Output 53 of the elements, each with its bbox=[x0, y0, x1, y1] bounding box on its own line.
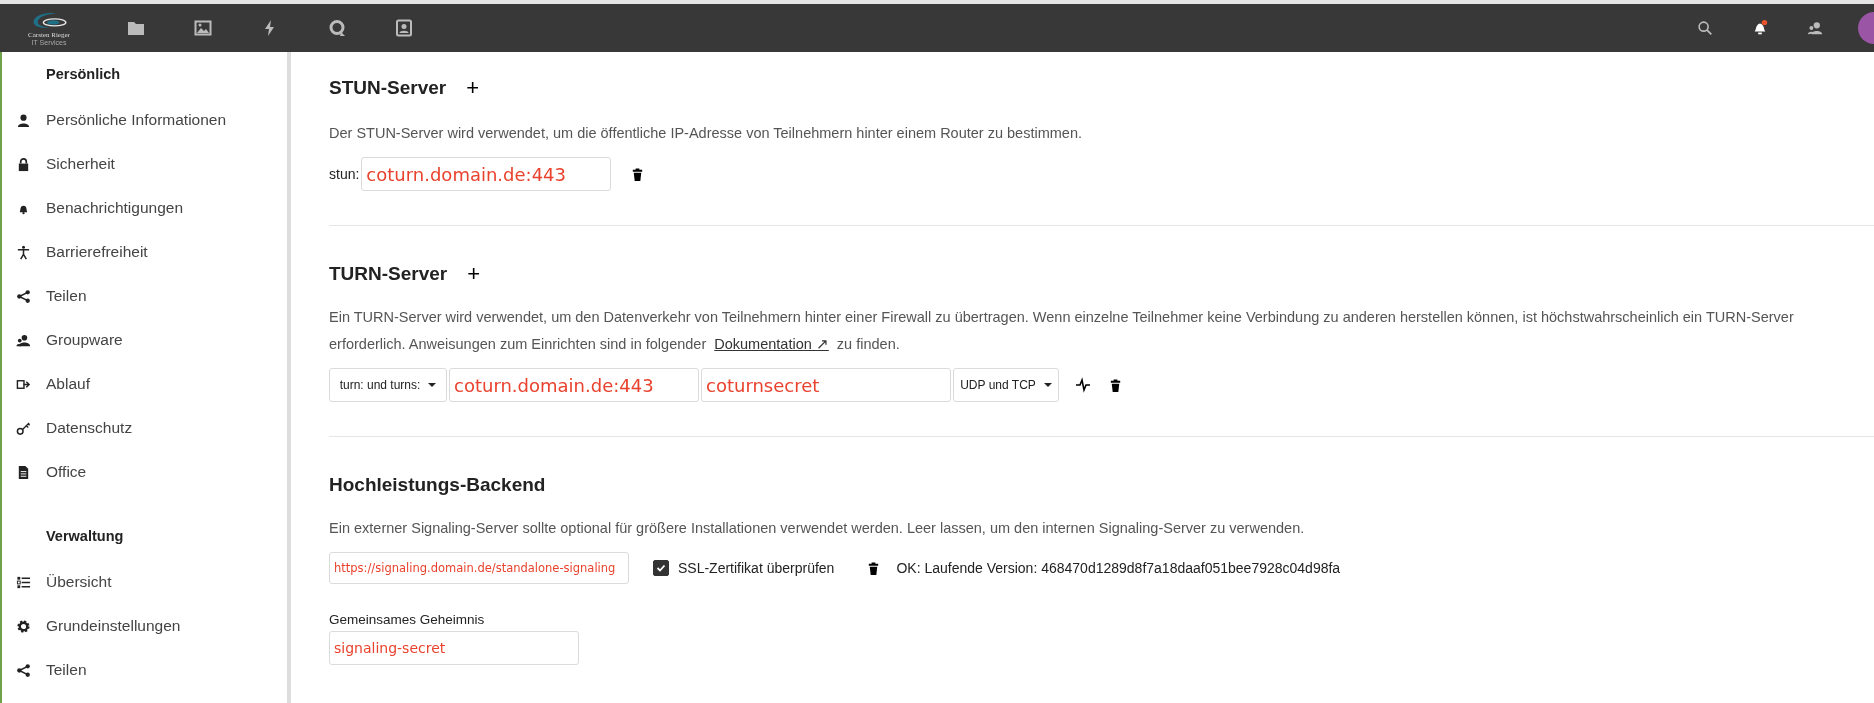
sidebar-item[interactable]: Barrierefreiheit bbox=[2, 230, 287, 274]
add-button[interactable]: + bbox=[462, 75, 484, 101]
list-icon bbox=[16, 574, 31, 590]
sidebar-item[interactable]: Persönliche Informationen bbox=[2, 98, 287, 142]
share-icon bbox=[16, 662, 31, 678]
field-label: Gemeinsames Geheimnis bbox=[329, 612, 486, 627]
checkbox-label: SSL-Zertifikat überprüfen bbox=[678, 560, 835, 576]
sidebar-item[interactable]: Datenschutz bbox=[2, 406, 287, 450]
sidebar-item[interactable]: Ablauf bbox=[2, 362, 287, 406]
sidebar-item[interactable]: Teilen bbox=[2, 274, 287, 318]
pulse-icon[interactable] bbox=[1075, 377, 1091, 393]
sidebar-item[interactable]: Benachrichtigungen bbox=[2, 186, 287, 230]
checkmark-icon bbox=[655, 562, 667, 574]
sidebar-heading: Verwaltung bbox=[45, 527, 125, 546]
checkbox[interactable] bbox=[653, 560, 669, 576]
person-icon bbox=[16, 112, 31, 128]
sidebar-item[interactable]: Office bbox=[2, 450, 287, 494]
section-description: Der STUN-Server wird verwendet, um die öffentliche IP-Adresse von Teilnehmern hinter einem Router zu bestimmen. bbox=[329, 124, 1083, 143]
section-heading: Hochleistungs-Backend bbox=[329, 474, 546, 496]
turn-server-field[interactable]: coturn.domain.de:443 bbox=[449, 368, 699, 402]
contact-card-icon[interactable] bbox=[394, 18, 414, 38]
section-heading: TURN-Server bbox=[329, 263, 448, 285]
document-icon bbox=[16, 464, 31, 480]
contacts-icon[interactable] bbox=[1806, 19, 1824, 37]
sidebar-item[interactable]: Teilen bbox=[2, 648, 287, 692]
search-icon[interactable] bbox=[1696, 19, 1714, 37]
secret-field[interactable]: coturnsecret bbox=[701, 368, 951, 402]
delete-icon[interactable] bbox=[1108, 377, 1123, 393]
shared-secret-field[interactable]: signaling-secret bbox=[329, 631, 579, 665]
sidebar-item[interactable]: Übersicht bbox=[2, 560, 287, 604]
sidebar-item[interactable]: Groupware bbox=[2, 318, 287, 362]
sidebar-item[interactable]: Sicherheit bbox=[2, 142, 287, 186]
key-icon bbox=[16, 420, 31, 436]
add-button[interactable]: + bbox=[463, 261, 485, 287]
field-label: stun: bbox=[329, 166, 360, 182]
signaling-server-field[interactable]: https://signaling.domain.de/standalone-signaling bbox=[329, 552, 629, 584]
section-description: Ein TURN-Server wird verwendet, um den Datenverkehr von Teilnehmern hinter einer Firewall zu übertragen. Wenn einzelne Teilnehmer keine Verbindung zu anderen herstellen können, ist höchstwahrscheinlich ein TURN-Server erforderlich. Anweisungen zum Einrichten sind in folgender Dokumentation ↗ zu finden. bbox=[329, 308, 1795, 354]
documentation-link[interactable]: Dokumentation ↗ bbox=[714, 336, 829, 352]
section-description: Ein externer Signaling-Server sollte optional für größere Installationen verwendet werden. Leer lassen, um den internen Signaling-Server zu verwenden. bbox=[329, 519, 1306, 538]
settings-icon bbox=[16, 618, 31, 634]
scheme-dropdown[interactable]: turn: und turns: bbox=[329, 368, 447, 402]
share-icon bbox=[16, 288, 31, 304]
accessibility-icon bbox=[16, 244, 31, 260]
sidebar-item[interactable]: Grundeinstellungen bbox=[2, 604, 287, 648]
section-heading: STUN-Server bbox=[329, 77, 447, 99]
stun-server-field[interactable]: coturn.domain.de:443 bbox=[361, 157, 612, 191]
lock-icon bbox=[16, 156, 31, 172]
sidebar-heading: Persönlich bbox=[45, 65, 122, 84]
status-text: OK: Laufende Version: 468470d1289d8f7a18daaf051bee7928c04d98fa bbox=[896, 560, 1341, 576]
protocol-dropdown[interactable]: UDP und TCP bbox=[953, 368, 1059, 402]
image-icon[interactable] bbox=[193, 18, 213, 38]
group-icon bbox=[16, 332, 31, 348]
chat-bubble-icon[interactable] bbox=[327, 18, 347, 38]
